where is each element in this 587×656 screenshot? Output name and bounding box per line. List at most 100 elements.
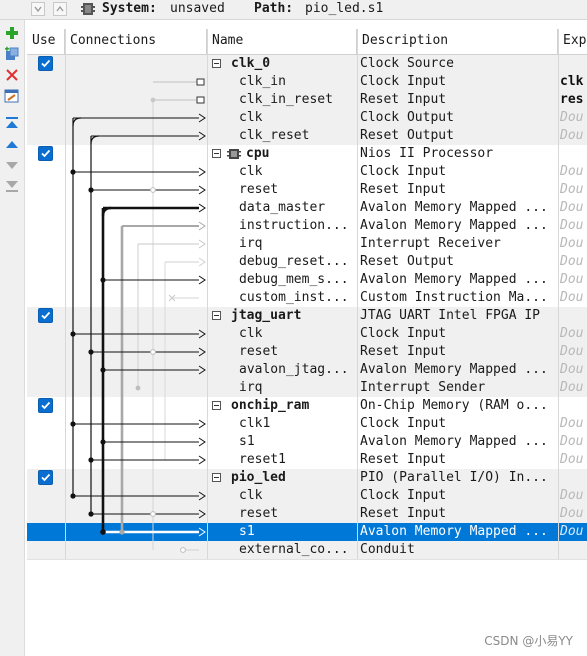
export-cell[interactable]: Dou: [558, 163, 587, 181]
column-separator: [357, 29, 358, 559]
column-export[interactable]: Exp: [558, 29, 587, 54]
description-cell: Avalon Memory Mapped ...: [360, 362, 548, 377]
system-label: System:: [102, 1, 157, 16]
export-cell[interactable]: Dou: [558, 451, 587, 469]
expand-button[interactable]: [53, 2, 67, 16]
export-cell[interactable]: Dou: [558, 271, 587, 289]
use-checkbox[interactable]: [38, 398, 53, 413]
use-checkbox[interactable]: [38, 56, 53, 71]
edit-icon[interactable]: [3, 88, 21, 104]
open-junction-icon: [150, 187, 156, 193]
connection-curve: [72, 117, 82, 127]
check-icon: [41, 149, 51, 158]
collapse-toggle[interactable]: [212, 473, 221, 482]
collapse-toggle[interactable]: [212, 311, 221, 320]
export-cell[interactable]: Dou: [558, 127, 587, 145]
export-cell[interactable]: [558, 397, 587, 415]
system-icon: [81, 3, 95, 15]
description-cell: Avalon Memory Mapped ...: [360, 272, 548, 287]
connections-panel[interactable]: [65, 55, 207, 559]
connection-curve: [90, 135, 100, 145]
column-connections[interactable]: Connections: [65, 29, 207, 54]
export-cell[interactable]: Dou: [558, 235, 587, 253]
export-cell[interactable]: Dou: [558, 325, 587, 343]
use-cell: [27, 361, 65, 379]
arrow-icon: [198, 239, 206, 249]
system-value: unsaved: [170, 1, 225, 16]
export-cell[interactable]: Dou: [558, 523, 587, 541]
description-cell: Custom Instruction Ma...: [360, 290, 548, 305]
arrow-icon: [198, 275, 206, 285]
module-name: clk_0: [231, 56, 271, 71]
collapse-toggle[interactable]: [212, 149, 221, 158]
arrow-icon: [198, 113, 206, 123]
table-header: Use Connections Name Description Exp: [27, 29, 587, 55]
name-cell: clk_in_reset: [207, 91, 357, 109]
collapse-toggle[interactable]: [212, 401, 221, 410]
open-junction-icon: [180, 547, 186, 553]
export-cell[interactable]: res: [558, 91, 587, 109]
export-cell[interactable]: Dou: [558, 109, 587, 127]
collapse-button[interactable]: [31, 2, 45, 16]
column-use[interactable]: Use: [27, 29, 65, 54]
duplicate-icon[interactable]: [3, 46, 21, 62]
description-cell: Reset Input: [360, 92, 447, 107]
column-name[interactable]: Name: [207, 29, 357, 54]
junction-dot: [119, 529, 125, 535]
column-description[interactable]: Description: [357, 29, 558, 54]
move-down-icon[interactable]: [3, 157, 21, 173]
move-bottom-icon[interactable]: [3, 178, 21, 194]
move-up-icon[interactable]: [3, 136, 21, 152]
use-checkbox[interactable]: [38, 146, 53, 161]
use-cell: [27, 307, 65, 325]
export-cell[interactable]: Dou: [558, 181, 587, 199]
export-cell[interactable]: Dou: [558, 343, 587, 361]
junction-dot: [88, 457, 94, 463]
export-cell[interactable]: [558, 469, 587, 487]
cpu-chip-icon: [227, 149, 241, 159]
junction-dot: [70, 493, 76, 499]
export-cell[interactable]: Dou: [558, 199, 587, 217]
move-top-icon[interactable]: [3, 115, 21, 131]
use-checkbox[interactable]: [38, 470, 53, 485]
collapse-toggle[interactable]: [212, 59, 221, 68]
use-cell: [27, 163, 65, 181]
junction-dot: [100, 439, 106, 445]
name-cell: irq: [207, 379, 357, 397]
junction-dot: [100, 277, 106, 283]
use-cell: [27, 505, 65, 523]
interface-name: clk: [239, 164, 263, 179]
export-cell[interactable]: clk: [558, 73, 587, 91]
export-cell[interactable]: Dou: [558, 289, 587, 307]
export-cell[interactable]: Dou: [558, 361, 587, 379]
export-cell[interactable]: Dou: [558, 433, 587, 451]
check-icon: [41, 401, 51, 410]
export-cell[interactable]: Dou: [558, 379, 587, 397]
module-name: cpu: [246, 146, 270, 161]
export-cell[interactable]: Dou: [558, 217, 587, 235]
export-cell[interactable]: Dou: [558, 415, 587, 433]
use-cell: [27, 325, 65, 343]
use-checkbox[interactable]: [38, 308, 53, 323]
name-cell: pio_led: [207, 469, 357, 487]
use-cell: [27, 379, 65, 397]
description-cell: Reset Input: [360, 452, 447, 467]
use-cell: [27, 343, 65, 361]
add-icon[interactable]: [3, 25, 21, 41]
arrow-icon: [198, 455, 206, 465]
export-cell[interactable]: [558, 145, 587, 163]
export-cell[interactable]: [558, 55, 587, 73]
export-cell[interactable]: [558, 307, 587, 325]
interface-name: debug_reset...: [239, 254, 349, 269]
description-cell: Clock Input: [360, 416, 447, 431]
interface-name: external_co...: [239, 542, 349, 557]
export-cell[interactable]: Dou: [558, 253, 587, 271]
name-cell: s1: [207, 523, 357, 541]
remove-icon[interactable]: [3, 67, 21, 83]
use-cell: [27, 433, 65, 451]
export-cell[interactable]: Dou: [558, 505, 587, 523]
export-cell[interactable]: [558, 541, 587, 559]
export-cell[interactable]: Dou: [558, 487, 587, 505]
description-cell: Reset Input: [360, 506, 447, 521]
junction-dot: [135, 385, 141, 391]
